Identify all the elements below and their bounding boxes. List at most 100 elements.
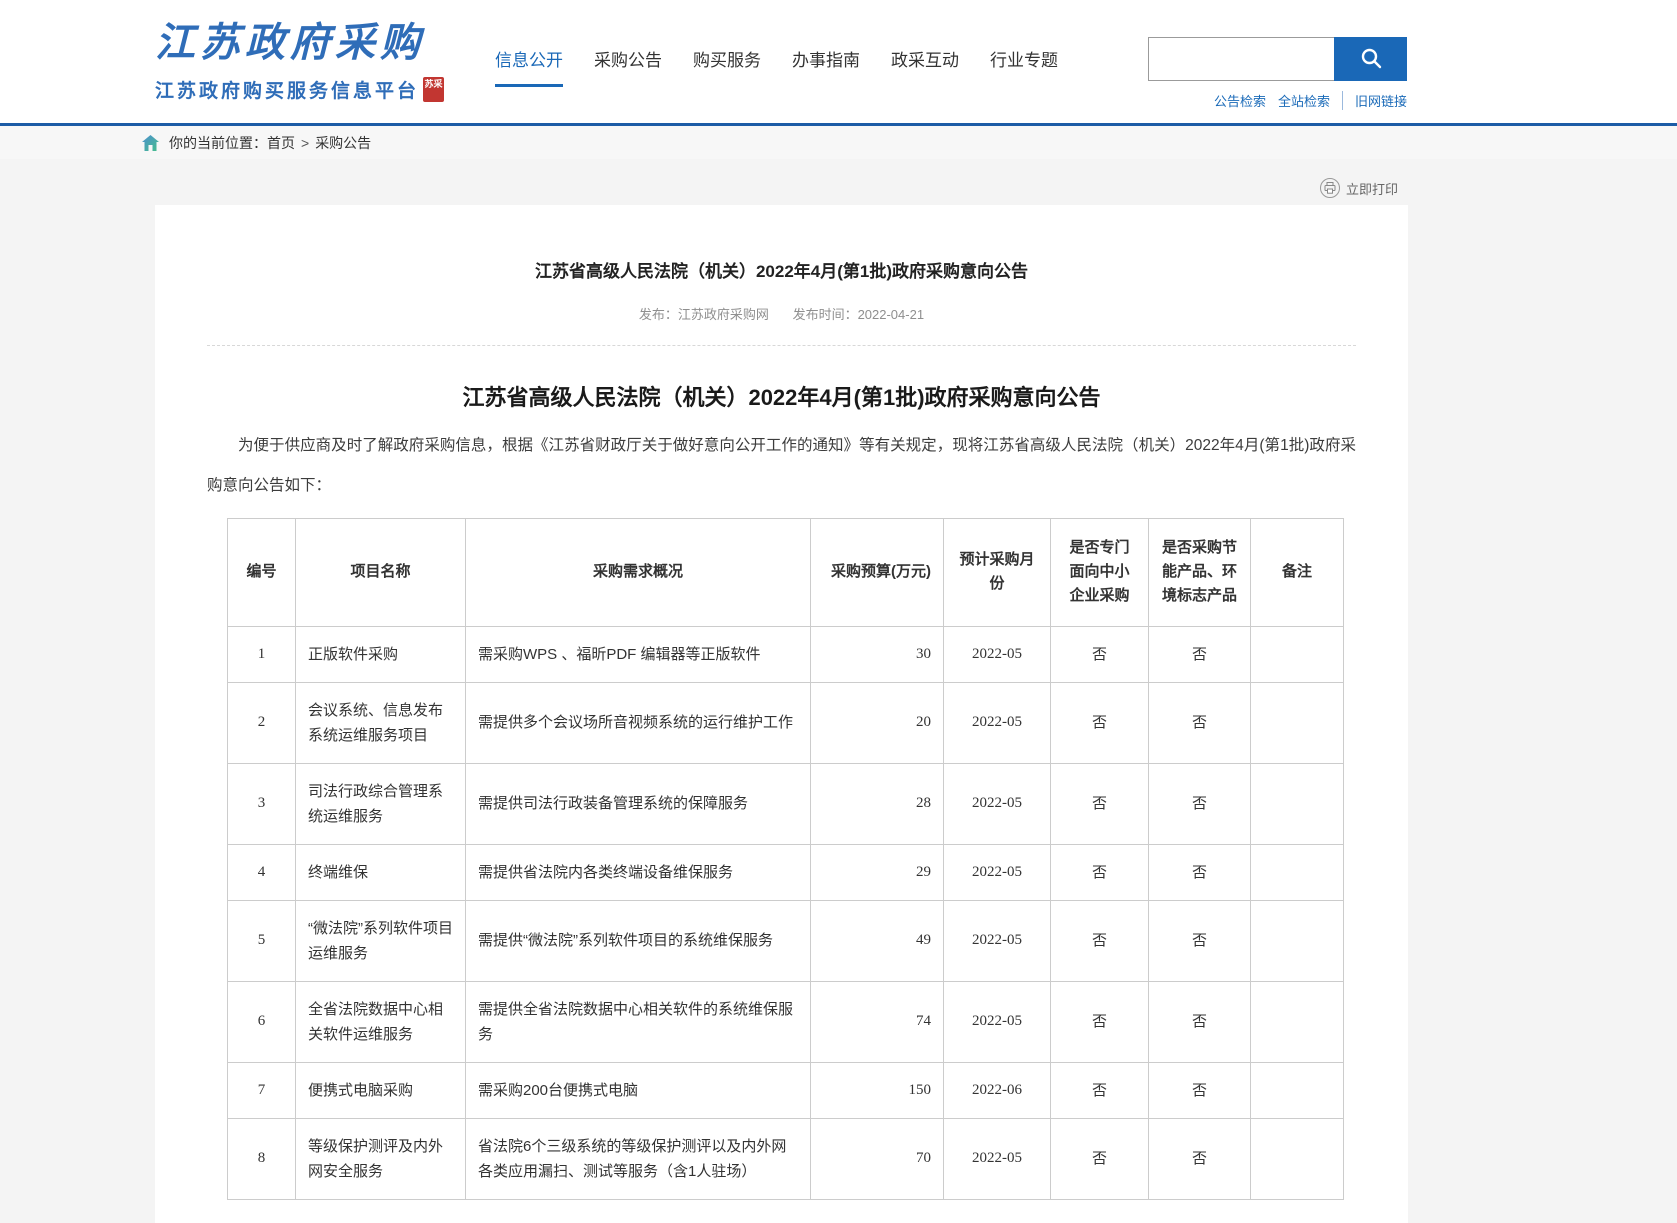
cell-green: 否: [1149, 626, 1251, 682]
divider: [207, 345, 1356, 346]
home-icon[interactable]: [142, 135, 159, 151]
cell-note: [1251, 1118, 1344, 1199]
table-header-row: 编号 项目名称 采购需求概况 采购预算(万元) 预计采购月份 是否专门面向中小企…: [228, 518, 1344, 626]
article-title: 江苏省高级人民法院（机关）2022年4月(第1批)政府采购意向公告: [207, 260, 1356, 284]
cell-budget: 28: [811, 763, 944, 844]
cell-demand: 需采购200台便携式电脑: [466, 1062, 811, 1118]
cell-month: 2022-05: [944, 844, 1051, 900]
cell-month: 2022-05: [944, 900, 1051, 981]
cell-note: [1251, 981, 1344, 1062]
cell-sme: 否: [1051, 763, 1149, 844]
cell-month: 2022-05: [944, 1118, 1051, 1199]
cell-budget: 74: [811, 981, 944, 1062]
search-input[interactable]: [1148, 37, 1334, 81]
col-header-no: 编号: [228, 518, 296, 626]
search-button[interactable]: [1334, 37, 1407, 81]
cell-green: 否: [1149, 1062, 1251, 1118]
header-quick-links: 公告检索 全站检索 旧网链接: [1148, 91, 1407, 110]
logo-seal-icon: 苏采: [423, 77, 444, 102]
table-row: 2 会议系统、信息发布系统运维服务项目 需提供多个会议场所音视频系统的运行维护工…: [228, 682, 1344, 763]
cell-demand: 需提供多个会议场所音视频系统的运行维护工作: [466, 682, 811, 763]
cell-no: 3: [228, 763, 296, 844]
cell-note: [1251, 900, 1344, 981]
nav-item[interactable]: 行业专题: [990, 46, 1058, 87]
cell-no: 4: [228, 844, 296, 900]
link-announcement-search[interactable]: 公告检索: [1214, 91, 1266, 110]
cell-project-name: 便携式电脑采购: [296, 1062, 466, 1118]
article-card: 江苏省高级人民法院（机关）2022年4月(第1批)政府采购意向公告 发布：江苏政…: [155, 205, 1408, 1223]
cell-sme: 否: [1051, 844, 1149, 900]
cell-budget: 150: [811, 1062, 944, 1118]
cell-budget: 20: [811, 682, 944, 763]
cell-project-name: “微法院”系列软件项目运维服务: [296, 900, 466, 981]
table-row: 1 正版软件采购 需采购WPS 、福昕PDF 编辑器等正版软件 30 2022-…: [228, 626, 1344, 682]
cell-green: 否: [1149, 844, 1251, 900]
nav-item[interactable]: 政采互动: [891, 46, 959, 87]
cell-budget: 49: [811, 900, 944, 981]
main-nav: 信息公开 采购公告 购买服务 办事指南 政采互动 行业专题: [495, 46, 1058, 87]
cell-demand: 需提供“微法院”系列软件项目的系统维保服务: [466, 900, 811, 981]
table-row: 3 司法行政综合管理系统运维服务 需提供司法行政装备管理系统的保障服务 28 2…: [228, 763, 1344, 844]
col-header-project-name: 项目名称: [296, 518, 466, 626]
site-logo[interactable]: 江苏政府采购 江苏政府购买服务信息平台 苏采: [155, 10, 455, 103]
cell-budget: 29: [811, 844, 944, 900]
logo-title: 江苏政府采购: [155, 10, 455, 68]
article-publisher: 发布：江苏政府采购网: [639, 307, 769, 322]
article-meta: 发布：江苏政府采购网 发布时间：2022-04-21: [207, 304, 1356, 323]
col-header-sme: 是否专门面向中小企业采购: [1051, 518, 1149, 626]
procurement-table: 编号 项目名称 采购需求概况 采购预算(万元) 预计采购月份 是否专门面向中小企…: [227, 518, 1344, 1200]
cell-demand: 需提供省法院内各类终端设备维保服务: [466, 844, 811, 900]
cell-month: 2022-05: [944, 682, 1051, 763]
cell-project-name: 正版软件采购: [296, 626, 466, 682]
print-button[interactable]: 立即打印: [1320, 178, 1398, 198]
nav-item[interactable]: 购买服务: [693, 46, 761, 87]
cell-demand: 需提供司法行政装备管理系统的保障服务: [466, 763, 811, 844]
site-header: 江苏政府采购 江苏政府购买服务信息平台 苏采 信息公开 采购公告 购买服务 办事…: [0, 0, 1677, 123]
cell-no: 7: [228, 1062, 296, 1118]
cell-note: [1251, 1062, 1344, 1118]
page-title: 江苏省高级人民法院（机关）2022年4月(第1批)政府采购意向公告: [207, 380, 1356, 412]
cell-demand: 需提供全省法院数据中心相关软件的系统维保服务: [466, 981, 811, 1062]
cell-budget: 70: [811, 1118, 944, 1199]
cell-green: 否: [1149, 981, 1251, 1062]
nav-item[interactable]: 采购公告: [594, 46, 662, 87]
cell-project-name: 司法行政综合管理系统运维服务: [296, 763, 466, 844]
cell-no: 8: [228, 1118, 296, 1199]
breadcrumb-separator: >: [301, 135, 309, 151]
breadcrumb-home-link[interactable]: 首页: [267, 133, 295, 153]
cell-month: 2022-05: [944, 981, 1051, 1062]
article-publish-time: 发布时间：2022-04-21: [793, 307, 925, 322]
col-header-budget: 采购预算(万元): [811, 518, 944, 626]
cell-sme: 否: [1051, 1062, 1149, 1118]
nav-item[interactable]: 办事指南: [792, 46, 860, 87]
cell-note: [1251, 626, 1344, 682]
logo-subtitle: 江苏政府购买服务信息平台: [155, 76, 419, 103]
cell-no: 6: [228, 981, 296, 1062]
link-site-search[interactable]: 全站检索: [1278, 91, 1330, 110]
cell-budget: 30: [811, 626, 944, 682]
col-header-note: 备注: [1251, 518, 1344, 626]
breadcrumb: 你的当前位置： 首页 > 采购公告: [0, 123, 1677, 159]
cell-sme: 否: [1051, 626, 1149, 682]
cell-project-name: 全省法院数据中心相关软件运维服务: [296, 981, 466, 1062]
cell-green: 否: [1149, 763, 1251, 844]
cell-sme: 否: [1051, 900, 1149, 981]
breadcrumb-current[interactable]: 采购公告: [315, 133, 371, 153]
cell-green: 否: [1149, 900, 1251, 981]
nav-item[interactable]: 信息公开: [495, 46, 563, 87]
search-box: [1148, 37, 1407, 81]
cell-sme: 否: [1051, 1118, 1149, 1199]
cell-month: 2022-05: [944, 763, 1051, 844]
cell-month: 2022-06: [944, 1062, 1051, 1118]
cell-sme: 否: [1051, 981, 1149, 1062]
cell-note: [1251, 682, 1344, 763]
cell-demand: 省法院6个三级系统的等级保护测评以及内外网各类应用漏扫、测试等服务（含1人驻场）: [466, 1118, 811, 1199]
table-row: 6 全省法院数据中心相关软件运维服务 需提供全省法院数据中心相关软件的系统维保服…: [228, 981, 1344, 1062]
cell-note: [1251, 763, 1344, 844]
main-area: 立即打印 江苏省高级人民法院（机关）2022年4月(第1批)政府采购意向公告 发…: [0, 159, 1677, 1223]
cell-no: 2: [228, 682, 296, 763]
link-old-site[interactable]: 旧网链接: [1342, 91, 1407, 110]
col-header-month: 预计采购月份: [944, 518, 1051, 626]
cell-month: 2022-05: [944, 626, 1051, 682]
cell-green: 否: [1149, 1118, 1251, 1199]
